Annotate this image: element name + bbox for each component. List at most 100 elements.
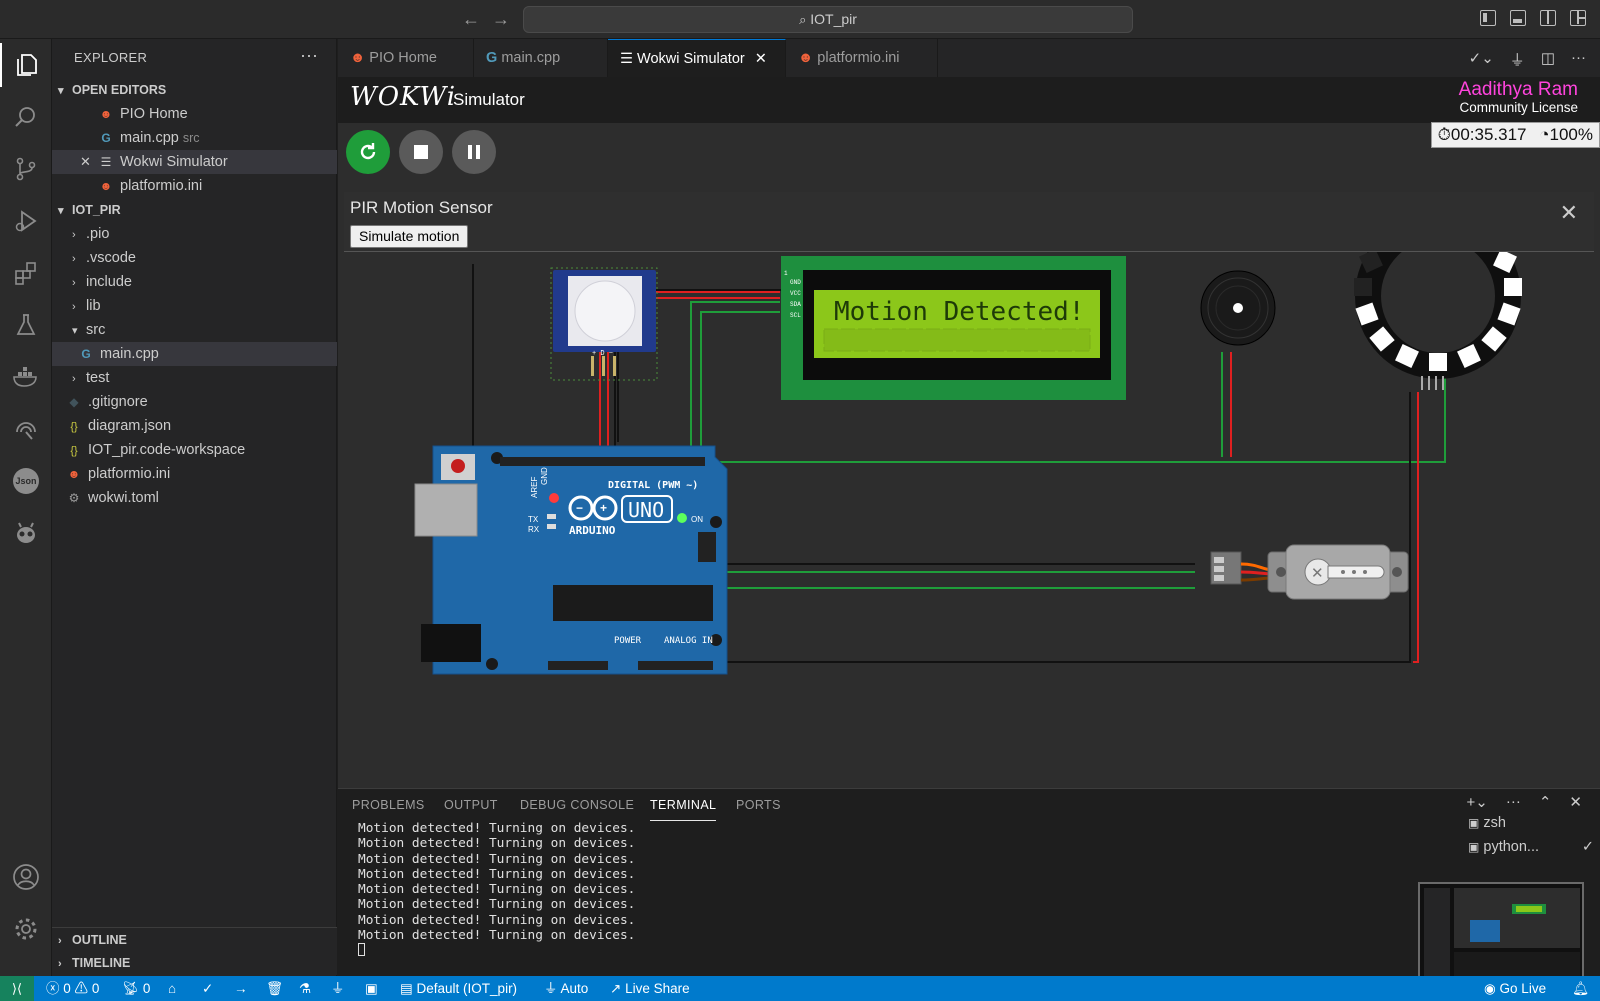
port-auto-switcher[interactable]: ⏚ Auto [544,976,588,1001]
tree-item-file[interactable]: ⚙ wokwi.toml [52,486,337,510]
tab-wokwi-simulator[interactable]: ☰ Wokwi Simulator ✕ [608,39,786,77]
source-control-icon[interactable] [0,147,52,191]
docker-icon[interactable] [0,355,52,399]
simulate-motion-button[interactable]: Simulate motion [350,225,469,248]
close-panel-icon[interactable]: ✕ [1569,793,1582,811]
explorer-icon[interactable] [0,43,52,87]
pio-serial-monitor-icon[interactable]: ⏚ [331,976,345,1001]
live-share-button[interactable]: ↗ Live Share [610,976,690,1001]
tab-main-cpp[interactable]: G main.cpp [474,39,608,77]
pir-sensor[interactable]: + D − [550,267,658,381]
pio-clean-icon[interactable]: 🗑︎ [266,976,283,1001]
close-icon[interactable]: ✕ [1560,200,1578,226]
close-icon[interactable]: ✕ [80,150,98,174]
pio-build-icon[interactable]: ✓ [202,976,213,1001]
tree-item-file[interactable]: {} IOT_pir.code-workspace [52,438,337,462]
lcd-pin-vcc: VCC [790,290,801,297]
tab-debug-console[interactable]: DEBUG CONSOLE [520,795,634,821]
more-actions-icon[interactable]: ··· [1506,793,1521,811]
tree-item-folder[interactable]: › lib [52,294,337,318]
window-preview-thumbnail[interactable] [1418,882,1584,988]
open-editor-item[interactable]: ☻ platformio.ini [52,174,337,198]
tree-item-folder[interactable]: › .pio [52,222,337,246]
terminal-item[interactable]: ▣ zsh [1454,811,1600,835]
command-center-search[interactable]: ⌕ IOT_pir [523,6,1133,33]
open-editor-item-active[interactable]: ✕ ☰ Wokwi Simulator [52,150,337,174]
go-live-button[interactable]: ◉ Go Live [1484,976,1546,1001]
json-icon[interactable]: Json [0,459,52,503]
tree-item-file[interactable]: {} diagram.json [52,414,337,438]
settings-gear-icon[interactable] [0,907,52,951]
tree-item-folder[interactable]: › include [52,270,337,294]
status-bar: ⟩⟨ ⓧ 0 ⚠ 0 📡︎ 0 ⌂ ✓ → 🗑︎ ⚗ ⏚ ▣ ▤ Default… [0,976,1600,1001]
tx-label: TX [528,515,539,524]
remote-explorer-icon[interactable] [0,407,52,451]
split-editor-icon[interactable]: ◫ [1541,49,1555,70]
toggle-panel-icon[interactable] [1510,10,1526,26]
chevron-right-icon: › [72,373,76,385]
toggle-primary-sidebar-icon[interactable] [1480,10,1496,26]
pio-test-icon[interactable]: ⚗ [299,976,311,1001]
notifications-bell-icon[interactable]: 🔔︎ [1572,976,1589,1001]
timeline-section[interactable]: › TIMELINE [52,951,337,975]
restart-button[interactable] [346,130,390,174]
extensions-icon[interactable] [0,251,52,295]
terminal-line: Motion detected! Turning on devices. [358,851,636,867]
tab-problems[interactable]: PROBLEMS [352,795,425,821]
pio-terminal-icon[interactable]: ▣ [365,976,378,1001]
accounts-icon[interactable] [0,855,52,899]
forward-arrow-icon[interactable]: → [492,9,510,30]
platformio-icon[interactable] [0,511,52,555]
new-terminal-icon[interactable]: +⌄ [1467,793,1488,811]
tree-item-file-selected[interactable]: Gmain.cpp [52,342,337,366]
more-actions-icon[interactable]: ··· [1571,49,1586,70]
customize-layout-icon[interactable] [1570,10,1586,26]
tab-platformio-ini[interactable]: ☻ platformio.ini [786,39,938,77]
lcd-pin-number: 1 [784,270,788,277]
tree-item-folder[interactable]: › test [52,366,337,390]
problems-indicator[interactable]: ⓧ 0 ⚠ 0 [46,976,99,1001]
chevron-right-icon: › [72,301,76,313]
pir-control-panel: PIR Motion Sensor Simulate motion ✕ [344,192,1594,252]
open-editor-item[interactable]: Gmain.cpp src [52,126,337,150]
ports-indicator[interactable]: 📡︎ 0 [122,976,150,1001]
open-editor-item[interactable]: ☻ PIO Home [52,102,337,126]
tab-terminal[interactable]: TERMINAL [650,795,717,821]
terminal-item[interactable]: ▣ python... ✓ [1454,835,1600,859]
pio-upload-icon[interactable]: → [234,976,248,1001]
go-live-icon: ◉ [1484,981,1496,996]
more-actions-icon[interactable]: ··· [300,45,318,66]
search-icon[interactable] [0,95,52,139]
tab-output[interactable]: OUTPUT [444,795,498,821]
tree-item-file[interactable]: ◆ .gitignore [52,390,337,414]
toggle-secondary-sidebar-icon[interactable] [1540,10,1556,26]
user-info: Aadithya Ram Community License [1459,79,1578,115]
outline-section[interactable]: › OUTLINE [52,927,337,951]
tree-item-file[interactable]: ☻ platformio.ini [52,462,337,486]
plug-icon[interactable]: ⏚ [1510,49,1525,70]
maximize-panel-icon[interactable]: ⌃ [1539,793,1552,811]
tree-item-folder-open[interactable]: ▾ src [52,318,337,342]
project-env-switcher[interactable]: ▤ Default (IOT_pir) [400,976,517,1001]
open-editors-section[interactable]: ▾ OPEN EDITORS [52,78,337,102]
pause-button[interactable] [452,130,496,174]
live-share-icon: ↗ [610,981,622,996]
tab-ports[interactable]: PORTS [736,795,781,821]
back-arrow-icon[interactable]: ← [462,9,480,30]
remote-indicator-icon[interactable]: ⟩⟨ [0,976,34,1001]
run-debug-icon[interactable] [0,199,52,243]
tree-item-folder[interactable]: › .vscode [52,246,337,270]
tab-pio-home[interactable]: ☻ PIO Home [338,39,474,77]
restart-icon [360,143,376,160]
arduino-uno-board: TX RX ON DIGITAL (PWM ~) AREF GND − + UN… [414,445,728,675]
stop-button[interactable] [399,130,443,174]
platformio-icon: ☻ [99,179,113,193]
project-section[interactable]: ▾ IOT_PIR [52,198,337,222]
testing-flask-icon[interactable] [0,303,52,347]
title-bar: ← → ⌕ IOT_pir [0,0,1600,39]
check-icon[interactable]: ✓⌄ [1469,49,1494,70]
pio-home-icon[interactable]: ⌂ [168,976,176,1001]
on-label: ON [691,515,703,524]
terminal-output[interactable]: Motion detected! Turning on devices. Mot… [358,821,635,961]
close-icon[interactable]: ✕ [755,51,767,67]
